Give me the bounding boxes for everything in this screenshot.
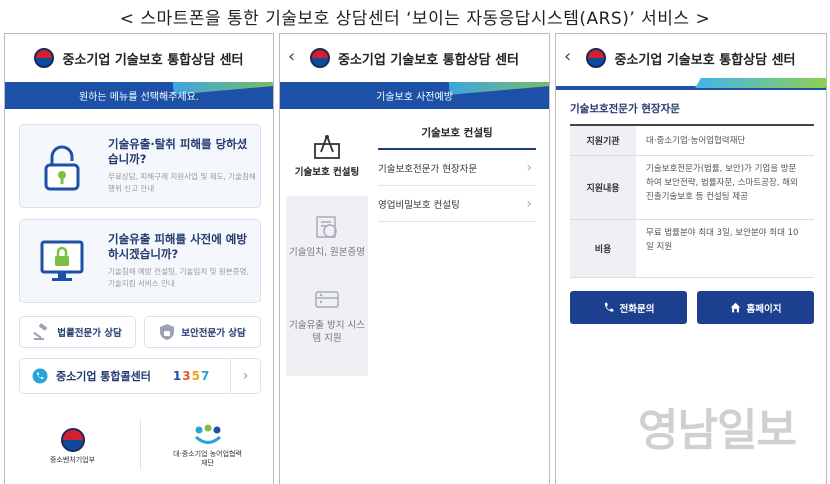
table-row: 비용 무료 법률분야 최대 3일, 보안분야 최대 10일 지원 [570, 220, 814, 278]
app-title: 중소기업 기술보호 통합상담 센터 [62, 52, 244, 68]
homepage-label: 홈페이지 [746, 303, 782, 315]
app-title: 중소기업 기술보호 통합상담 센터 [337, 52, 520, 68]
sidebar-item-leak-prevention[interactable]: 기술유출 방지 시스템 지원 [286, 276, 368, 356]
gavel-icon [33, 323, 48, 340]
page-caption: < 스마트폰을 통한 기술보호 상담센터 ‘보이는 자동응답시스템(ARS)’ … [119, 9, 711, 29]
screen-prevention: ‹ 중소기업 기술보호 통합상담 센터 기술보호 사전예방 기술보호 컨설팅 기… [279, 33, 550, 484]
detail-table: 지원기관 대·중소기업·농어업협력재단 지원내용 기술보호전문가(법률, 보안)… [570, 124, 814, 278]
table-row: 지원내용 기술보호전문가(법률, 보안)가 기업을 방문하여 보안전략, 법률자… [570, 156, 814, 220]
server-icon [315, 291, 339, 308]
blueprint-icon [314, 134, 340, 159]
sidebar-item-label: 기술보호 컨설팅 [294, 166, 360, 178]
chevron-right-icon: › [526, 159, 532, 176]
section-banner: 기술보호 사전예방 [280, 82, 549, 109]
row-value: 기술보호전문가(법률, 보안)가 기업을 방문하여 보안전략, 법률자문, 스마… [646, 164, 798, 202]
phone-inquiry-button[interactable]: 전화문의 [570, 291, 687, 324]
table-row: 지원기관 대·중소기업·농어업협력재단 [570, 126, 814, 156]
back-arrow-icon[interactable]: ‹ [288, 46, 295, 67]
row-key: 지원기관 [570, 126, 636, 155]
screen-detail: ‹ 중소기업 기술보호 통합상담 센터 기술보호전문가 현장자문 지원기관 대·… [555, 33, 827, 484]
legal-expert-button[interactable]: 법률전문가 상담 [19, 316, 136, 348]
government-emblem-icon [309, 48, 330, 68]
monitor-lock-icon [40, 240, 84, 281]
sidebar-item-label: 기술유출 방지 시스템 지원 [289, 320, 365, 344]
security-expert-button[interactable]: 보안전문가 상담 [144, 316, 261, 348]
legal-expert-label: 법률전문가 상담 [57, 328, 122, 339]
sidebar-item-label: 기술임치, 원본증명 [289, 246, 365, 258]
list-item[interactable]: 영업비밀보호 컨설팅 › [378, 186, 536, 222]
chevron-right-icon: › [526, 195, 532, 212]
list-item-label: 기술보호전문가 현장자문 [378, 163, 478, 175]
row-value: 대·중소기업·농어업협력재단 [646, 136, 746, 146]
newspaper-watermark: 영남일보 [638, 405, 797, 456]
home-icon [730, 302, 740, 313]
sidebar-item-escrow[interactable]: 기술임치, 원본증명 [286, 196, 368, 276]
menu-banner: 원하는 메뉴를 선택해주세요. [5, 82, 273, 109]
menu-card-desc: 기술침해 예방 컨설팅, 기술임치 및 원본증명, 기술지킴 서비스 안내 [108, 267, 249, 288]
menu-banner-text: 원하는 메뉴를 선택해주세요. [79, 92, 199, 103]
menu-card-damage-report[interactable]: 기술유출·탈취 피해를 당하셨습니까? 무료상담, 피해구제 지원사업 및 제도… [19, 124, 261, 208]
phone-inquiry-label: 전화문의 [619, 303, 655, 315]
app-header: 중소기업 기술보호 통합상담 센터 [5, 34, 273, 82]
homepage-button[interactable]: 홈페이지 [697, 291, 814, 324]
menu-card-title: 기술유출·탈취 피해를 당하셨습니까? [108, 137, 248, 166]
sidebar-item-consulting[interactable]: 기술보호 컨설팅 [286, 116, 368, 196]
menu-card-title: 기술유출 피해를 사전에 예방 하시겠습니까? [108, 232, 247, 261]
foundation-logo-name: 대·중소기업 농어업협력재단 [173, 450, 242, 467]
callcenter-number-digit: 1 [172, 369, 183, 383]
screen-main-menu: 중소기업 기술보호 통합상담 센터 원하는 메뉴를 선택해주세요. 기술유출·탈… [4, 33, 274, 484]
callcenter-number-digit: 5 [191, 369, 201, 383]
header-accent-line [556, 78, 826, 90]
logo-divider [140, 420, 141, 470]
menu-card-desc: 무료상담, 피해구제 지원사업 및 제도, 기술침해행위 신고 안내 [108, 172, 256, 193]
chat-phone-icon [32, 368, 48, 384]
phone-icon [604, 302, 613, 312]
app-title: 중소기업 기술보호 통합상담 센터 [614, 52, 796, 68]
menu-card-prevention[interactable]: 기술유출 피해를 사전에 예방 하시겠습니까? 기술침해 예방 컨설팅, 기술임… [19, 219, 261, 303]
foundation-emblem-icon [194, 424, 221, 444]
section-banner-text: 기술보호 사전예방 [376, 92, 453, 103]
security-expert-label: 보안전문가 상담 [181, 328, 246, 339]
consulting-list: 기술보호 컨설팅 기술보호전문가 현장자문 › 영업비밀보호 컨설팅 › [378, 116, 536, 222]
category-sidebar: 기술보호 컨설팅 기술임치, 원본증명 기술유출 방지 시스템 지원 [286, 116, 368, 376]
callcenter-label: 중소기업 통합콜센터 [56, 370, 151, 383]
callcenter-bar[interactable]: 중소기업 통합콜센터 1357 › [19, 358, 261, 394]
detail-title: 기술보호전문가 현장자문 [570, 103, 680, 115]
chevron-right-icon[interactable]: › [230, 359, 260, 393]
list-item-label: 영업비밀보호 컨설팅 [378, 199, 460, 211]
callcenter-number-digit: 7 [201, 369, 211, 383]
back-arrow-icon[interactable]: ‹ [564, 46, 571, 67]
row-key: 비용 [570, 220, 636, 277]
app-header: ‹ 중소기업 기술보호 통합상담 센터 [556, 34, 826, 82]
mss-logo: 중소벤처기업부 [5, 406, 140, 484]
footer-logos: 중소벤처기업부 대·중소기업 농어업협력재단 [5, 406, 273, 484]
row-key: 지원내용 [570, 156, 636, 219]
shield-icon [160, 324, 175, 340]
government-emblem-icon [34, 48, 55, 68]
callcenter-number: 1357 [173, 369, 210, 383]
stamp-icon [316, 215, 337, 238]
row-value: 무료 법률분야 최대 3일, 보안분야 최대 10일 지원 [646, 228, 799, 252]
foundation-logo: 대·중소기업 농어업협력재단 [140, 406, 273, 484]
app-header: ‹ 중소기업 기술보호 통합상담 센터 [280, 34, 549, 82]
mss-emblem-icon [60, 427, 85, 452]
section-title: 기술보호 컨설팅 [378, 116, 536, 150]
government-emblem-icon [586, 48, 607, 68]
callcenter-number-digit: 3 [182, 369, 192, 383]
lock-icon [44, 145, 80, 191]
mss-logo-name: 중소벤처기업부 [49, 455, 96, 464]
list-item[interactable]: 기술보호전문가 현장자문 › [378, 150, 536, 186]
